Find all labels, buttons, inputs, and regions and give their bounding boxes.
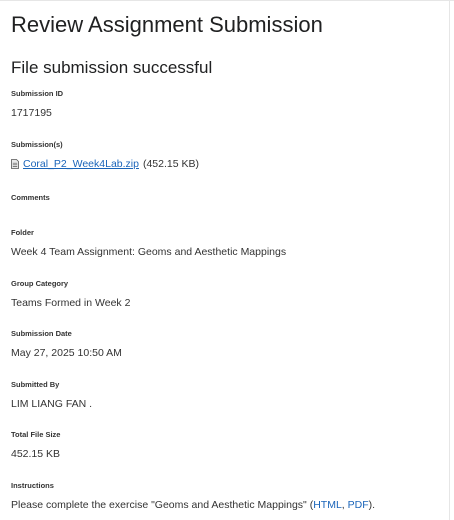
submission-date-field: Submission Date May 27, 2025 10:50 AM [11, 329, 442, 359]
instructions-text: Please complete the exercise "Geoms and … [11, 499, 442, 511]
submitted-by-label: Submitted By [11, 380, 60, 389]
group-category-label: Group Category [11, 279, 69, 288]
folder-value: Week 4 Team Assignment: Geoms and Aesthe… [11, 246, 287, 258]
submission-id-label: Submission ID [11, 89, 64, 98]
instructions-pdf-link[interactable]: PDF [348, 499, 369, 511]
total-file-size-label: Total File Size [11, 430, 61, 439]
submitted-by-field: Submitted By LIM LIANG FAN . [11, 380, 442, 410]
status-message: File submission successful [11, 58, 213, 77]
top-divider [0, 0, 454, 1]
file-icon [11, 159, 19, 169]
instructions-field: Instructions Please complete the exercis… [11, 481, 442, 511]
submission-date-value: May 27, 2025 10:50 AM [11, 347, 122, 359]
total-file-size-value: 452.15 KB [11, 448, 61, 460]
right-divider [449, 0, 450, 520]
submitted-by-value: LIM LIANG FAN . [11, 398, 93, 410]
submitted-file-link[interactable]: Coral_P2_Week4Lab.zip [23, 158, 139, 170]
instructions-html-link[interactable]: HTML [313, 499, 342, 511]
group-category-field: Group Category Teams Formed in Week 2 [11, 279, 442, 309]
submitted-file-row: Coral_P2_Week4Lab.zip (452.15 KB) [11, 158, 442, 170]
group-category-value: Teams Formed in Week 2 [11, 297, 131, 309]
comments-label: Comments [11, 193, 50, 202]
submission-id-value: 1717195 [11, 107, 52, 119]
instructions-text-after: ). [368, 499, 376, 511]
submissions-label: Submission(s) [11, 140, 63, 149]
folder-field: Folder Week 4 Team Assignment: Geoms and… [11, 228, 442, 258]
submission-date-label: Submission Date [11, 329, 72, 338]
total-file-size-field: Total File Size 452.15 KB [11, 430, 442, 460]
submissions-field: Submission(s) Coral_P2_Week4Lab.zip (452… [11, 140, 442, 170]
comments-field: Comments [11, 193, 442, 202]
submission-id-field: Submission ID 1717195 [11, 89, 442, 119]
submitted-file-size: (452.15 KB) [142, 158, 200, 170]
folder-label: Folder [11, 228, 34, 237]
instructions-text-before: Please complete the exercise "Geoms and … [11, 499, 314, 511]
instructions-label: Instructions [11, 481, 54, 490]
page-title: Review Assignment Submission [11, 12, 323, 37]
